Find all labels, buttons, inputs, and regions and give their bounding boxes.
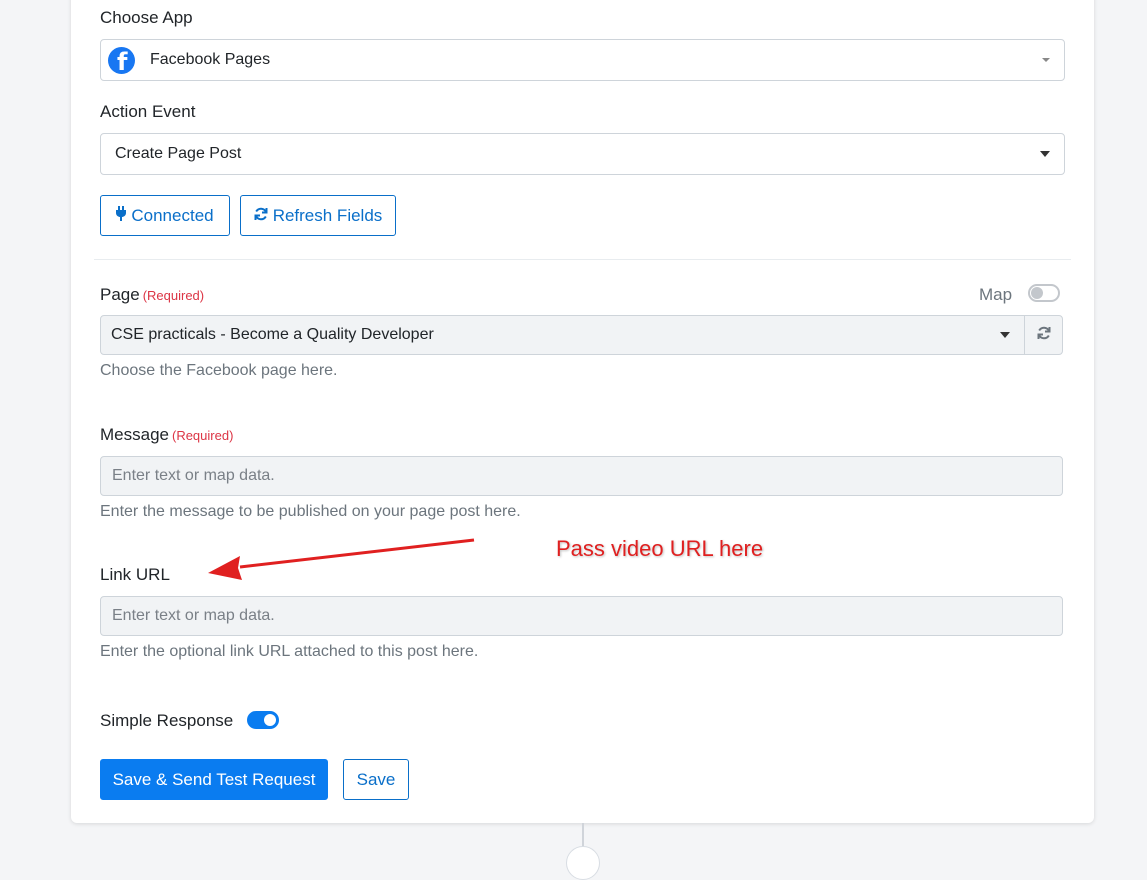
simple-response-label: Simple Response [100,711,234,730]
annotation-arrow-icon [208,538,475,580]
plug-icon [116,206,127,225]
message-input[interactable] [100,456,1063,496]
annotation-text: Pass video URL here [556,536,764,561]
link-url-input[interactable] [100,596,1063,636]
connected-button[interactable]: Connected [100,195,230,236]
map-toggle[interactable] [1028,284,1060,302]
link-url-label: Link URL [100,565,170,584]
message-label-text: Message [100,425,169,444]
message-help-text: Enter the message to be published on you… [100,503,521,520]
section-divider [94,259,1071,260]
chevron-down-icon [1042,58,1050,62]
toggle-knob [1031,287,1043,299]
action-event-label: Action Event [100,102,196,121]
action-event-select[interactable]: Create Page Post [100,133,1065,175]
page-required-badge: (Required) [142,288,205,303]
chevron-down-icon [1000,332,1010,338]
refresh-icon [1037,326,1051,345]
page-label-text: Page [100,285,140,304]
refresh-fields-button[interactable]: Refresh Fields [240,195,396,236]
page-help-text: Choose the Facebook page here. [100,362,338,379]
link-url-help-text: Enter the optional link URL attached to … [100,643,479,660]
page-label: Page (Required) [100,285,204,305]
action-event-value: Create Page Post [115,145,242,162]
save-send-test-button[interactable]: Save & Send Test Request [100,759,328,800]
message-required-badge: (Required) [171,428,234,443]
page-select-value: CSE practicals - Become a Quality Develo… [111,326,434,343]
map-label: Map [979,285,1013,304]
add-step-button[interactable] [566,846,600,880]
toggle-knob [264,714,276,726]
page-select[interactable]: CSE practicals - Become a Quality Develo… [100,315,1025,355]
choose-app-select[interactable]: f Facebook Pages [100,39,1065,81]
choose-app-value: Facebook Pages [150,51,271,68]
action-config-card [71,0,1094,823]
refresh-fields-label: Refresh Fields [272,205,383,225]
choose-app-label: Choose App [100,8,193,27]
simple-response-toggle[interactable] [247,711,279,729]
message-label: Message (Required) [100,425,233,445]
save-button[interactable]: Save [343,759,409,800]
page-refresh-button[interactable] [1024,315,1063,355]
connected-label: Connected [131,205,214,225]
facebook-icon: f [108,46,135,74]
chevron-down-icon [1040,151,1050,157]
refresh-icon [254,207,268,225]
